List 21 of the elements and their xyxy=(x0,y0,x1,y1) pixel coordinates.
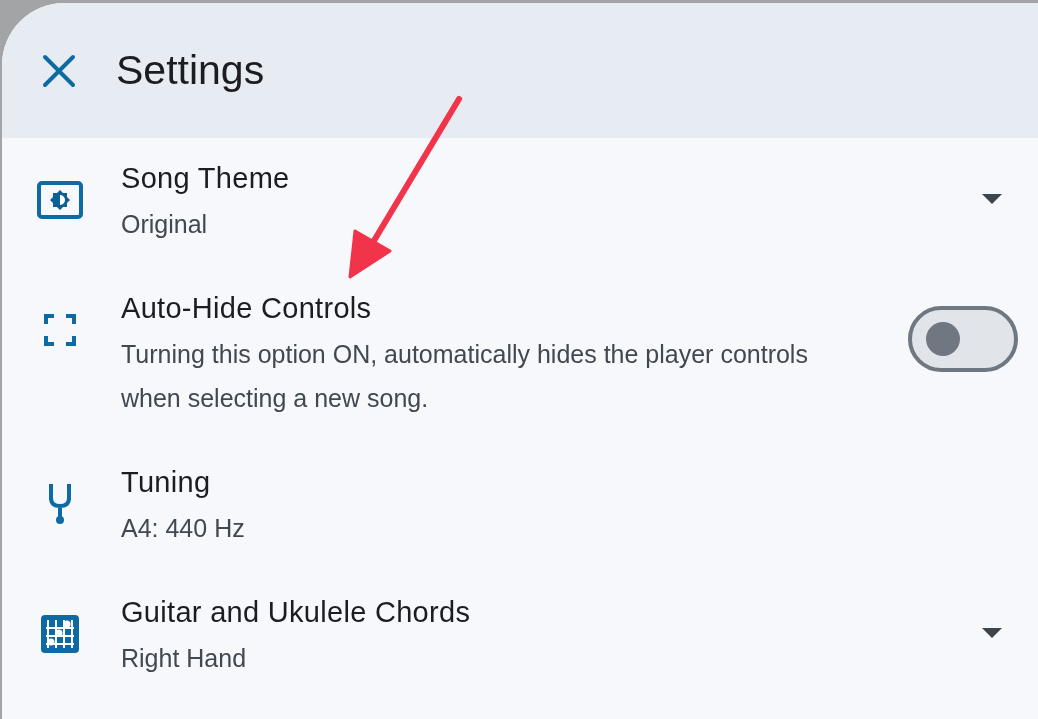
screen-title: Settings xyxy=(116,47,265,94)
chord-grid-icon xyxy=(40,614,80,654)
close-button[interactable] xyxy=(42,53,76,88)
setting-title: Song Theme xyxy=(121,161,291,196)
setting-title: Tuning xyxy=(121,465,212,500)
setting-description: Right Hand xyxy=(121,643,248,674)
theme-icon xyxy=(37,181,83,219)
tuning-fork-icon xyxy=(48,483,72,525)
settings-item[interactable]: Tuning A4: 440 Hz xyxy=(2,442,1038,572)
dropdown-caret-icon[interactable] xyxy=(982,628,1002,640)
close-icon xyxy=(42,53,76,88)
setting-description: Turning this option ON, automatically hides the player controls when selecting a new song. xyxy=(121,339,809,414)
dropdown-caret-icon[interactable] xyxy=(982,194,1002,206)
fullscreen-icon xyxy=(44,314,76,346)
settings-item[interactable]: Guitar and Ukulele Chords Right Hand xyxy=(2,572,1038,702)
setting-description: Original xyxy=(121,209,209,240)
settings-item[interactable]: Song Theme Original xyxy=(2,138,1038,268)
settings-item[interactable]: Auto-Hide Controls Turning this option ON, automatically hides the player controls when selecting a new song. xyxy=(2,268,1038,442)
setting-title: Guitar and Ukulele Chords xyxy=(121,595,472,630)
setting-description: A4: 440 Hz xyxy=(121,513,246,544)
setting-title: Auto-Hide Controls xyxy=(121,291,373,326)
